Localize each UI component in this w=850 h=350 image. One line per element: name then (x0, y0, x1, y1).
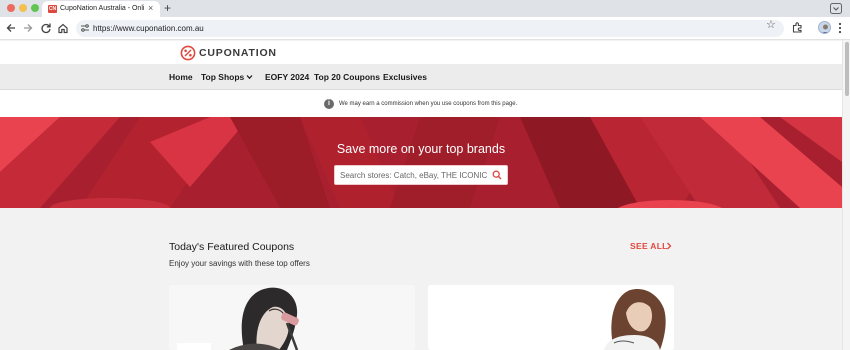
extensions-icon[interactable] (792, 22, 803, 33)
main-navigation: Home Top Shops EOFY 2024 Top 20 Coupons … (0, 64, 842, 90)
featured-coupons-section: Today's Featured Coupons Enjoy your savi… (0, 208, 842, 350)
see-all-link[interactable]: SEE ALL (630, 241, 668, 252)
browser-tab-strip: CN CupoNation Australia - Online × + (0, 0, 850, 17)
menu-icon[interactable] (838, 22, 842, 34)
window-close-button[interactable] (7, 4, 15, 12)
search-placeholder[interactable]: Search stores: Catch, eBay, THE ICONIC, … (340, 171, 488, 181)
coupon-card[interactable] (169, 285, 415, 350)
forward-arrow-icon[interactable] (22, 22, 34, 34)
site-header: CUPONATION (0, 41, 842, 64)
chevron-down-icon[interactable] (246, 74, 253, 80)
commission-notice: i We may earn a commission when you use … (0, 90, 842, 117)
tab-close-icon[interactable]: × (148, 3, 153, 14)
chevron-right-icon[interactable] (666, 242, 672, 250)
url-text[interactable]: https://www.cuponation.com.au (93, 23, 204, 34)
tab-title: CupoNation Australia - Online (60, 5, 144, 12)
browser-toolbar: https://www.cuponation.com.au ☆ (0, 17, 850, 40)
cuponation-logo-icon[interactable] (180, 45, 196, 61)
card-image (169, 285, 415, 350)
hero-banner: Save more on your top brands Search stor… (0, 117, 842, 208)
window-maximize-button[interactable] (31, 4, 39, 12)
hero-title: Save more on your top brands (336, 142, 506, 156)
window-minimize-button[interactable] (19, 4, 27, 12)
nav-eofy-2024[interactable]: EOFY 2024 (265, 72, 309, 83)
tab-favicon: CN (48, 5, 57, 13)
hero-background-stripes (0, 117, 842, 208)
address-bar[interactable]: https://www.cuponation.com.au (76, 20, 784, 37)
notice-text: We may earn a commission when you use co… (339, 101, 518, 107)
browser-tab[interactable]: CN CupoNation Australia - Online × (42, 1, 160, 17)
tab-search-icon[interactable] (830, 3, 842, 14)
section-subtitle: Enjoy your savings with these top offers (169, 259, 310, 268)
scrollbar-thumb[interactable] (845, 42, 849, 96)
nav-top-20-coupons[interactable]: Top 20 Coupons (314, 72, 380, 83)
star-icon[interactable]: ☆ (766, 19, 776, 32)
nav-exclusives[interactable]: Exclusives (383, 72, 427, 83)
logo-text[interactable]: CUPONATION (199, 47, 277, 59)
reload-icon[interactable] (40, 22, 52, 34)
section-title: Today's Featured Coupons (169, 241, 295, 253)
back-arrow-icon[interactable] (5, 22, 17, 34)
store-search-input[interactable]: Search stores: Catch, eBay, THE ICONIC, … (334, 165, 508, 185)
new-tab-button[interactable]: + (164, 1, 171, 15)
card-image (428, 285, 674, 350)
info-icon: i (324, 99, 334, 109)
profile-avatar-icon[interactable] (818, 21, 831, 34)
page-scrollbar[interactable] (842, 40, 850, 350)
site-settings-icon[interactable] (80, 23, 90, 33)
home-icon[interactable] (57, 22, 69, 34)
nav-top-shops[interactable]: Top Shops (201, 72, 244, 83)
search-icon[interactable] (492, 170, 502, 180)
nav-home[interactable]: Home (169, 72, 193, 83)
coupon-card[interactable] (428, 285, 674, 350)
